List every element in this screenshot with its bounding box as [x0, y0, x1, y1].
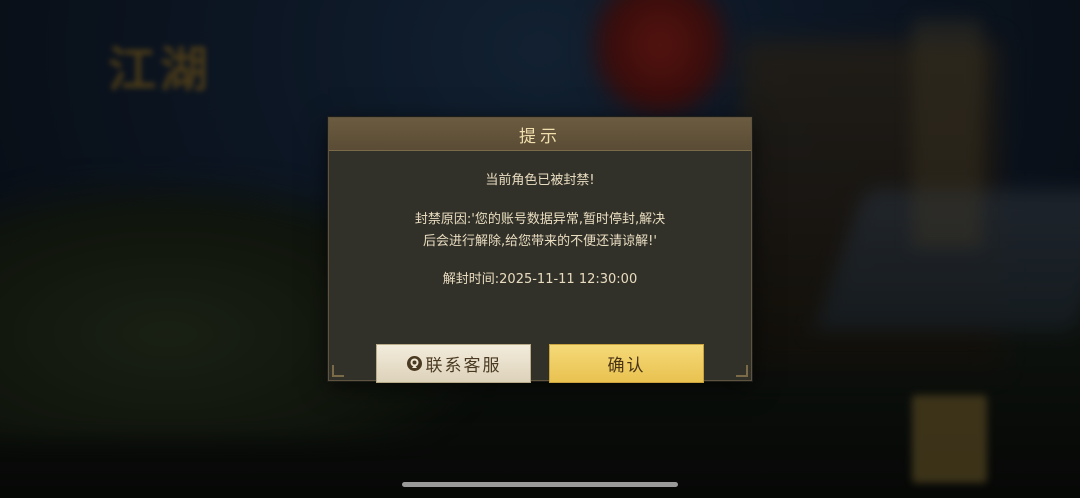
contact-service-label: 联系客服 — [425, 356, 502, 376]
ban-reason-line-2: 后会进行解除,给您带来的不便还请谅解!' — [423, 234, 657, 249]
unban-time: 解封时间:2025-11-11 12:30:00 — [442, 272, 638, 287]
dialog-body: 当前角色已被封禁! 封禁原因:'您的账号数据异常,暂时停封,解决 后会进行解除,… — [329, 150, 751, 383]
ban-notice-dialog: 提示 当前角色已被封禁! 封禁原因:'您的账号数据异常,暂时停封,解决 后会进行… — [328, 117, 752, 383]
game-screen: 江湖 提示 当前角色已被封禁! 封禁原因:'您的账号数据异常,暂时停封,解决 后… — [0, 0, 1080, 498]
dialog-title: 提示 — [519, 126, 561, 147]
ban-reason-line-1: 封禁原因:'您的账号数据异常,暂时停封,解决 — [414, 212, 666, 227]
confirm-button[interactable]: 确认 — [549, 344, 704, 383]
home-indicator[interactable] — [402, 482, 678, 487]
confirm-label: 确认 — [607, 356, 646, 376]
contact-service-button[interactable]: 联系客服 — [376, 344, 531, 383]
customer-service-icon — [406, 355, 423, 372]
banned-message: 当前角色已被封禁! — [485, 173, 595, 188]
dialog-header: 提示 — [329, 118, 751, 151]
